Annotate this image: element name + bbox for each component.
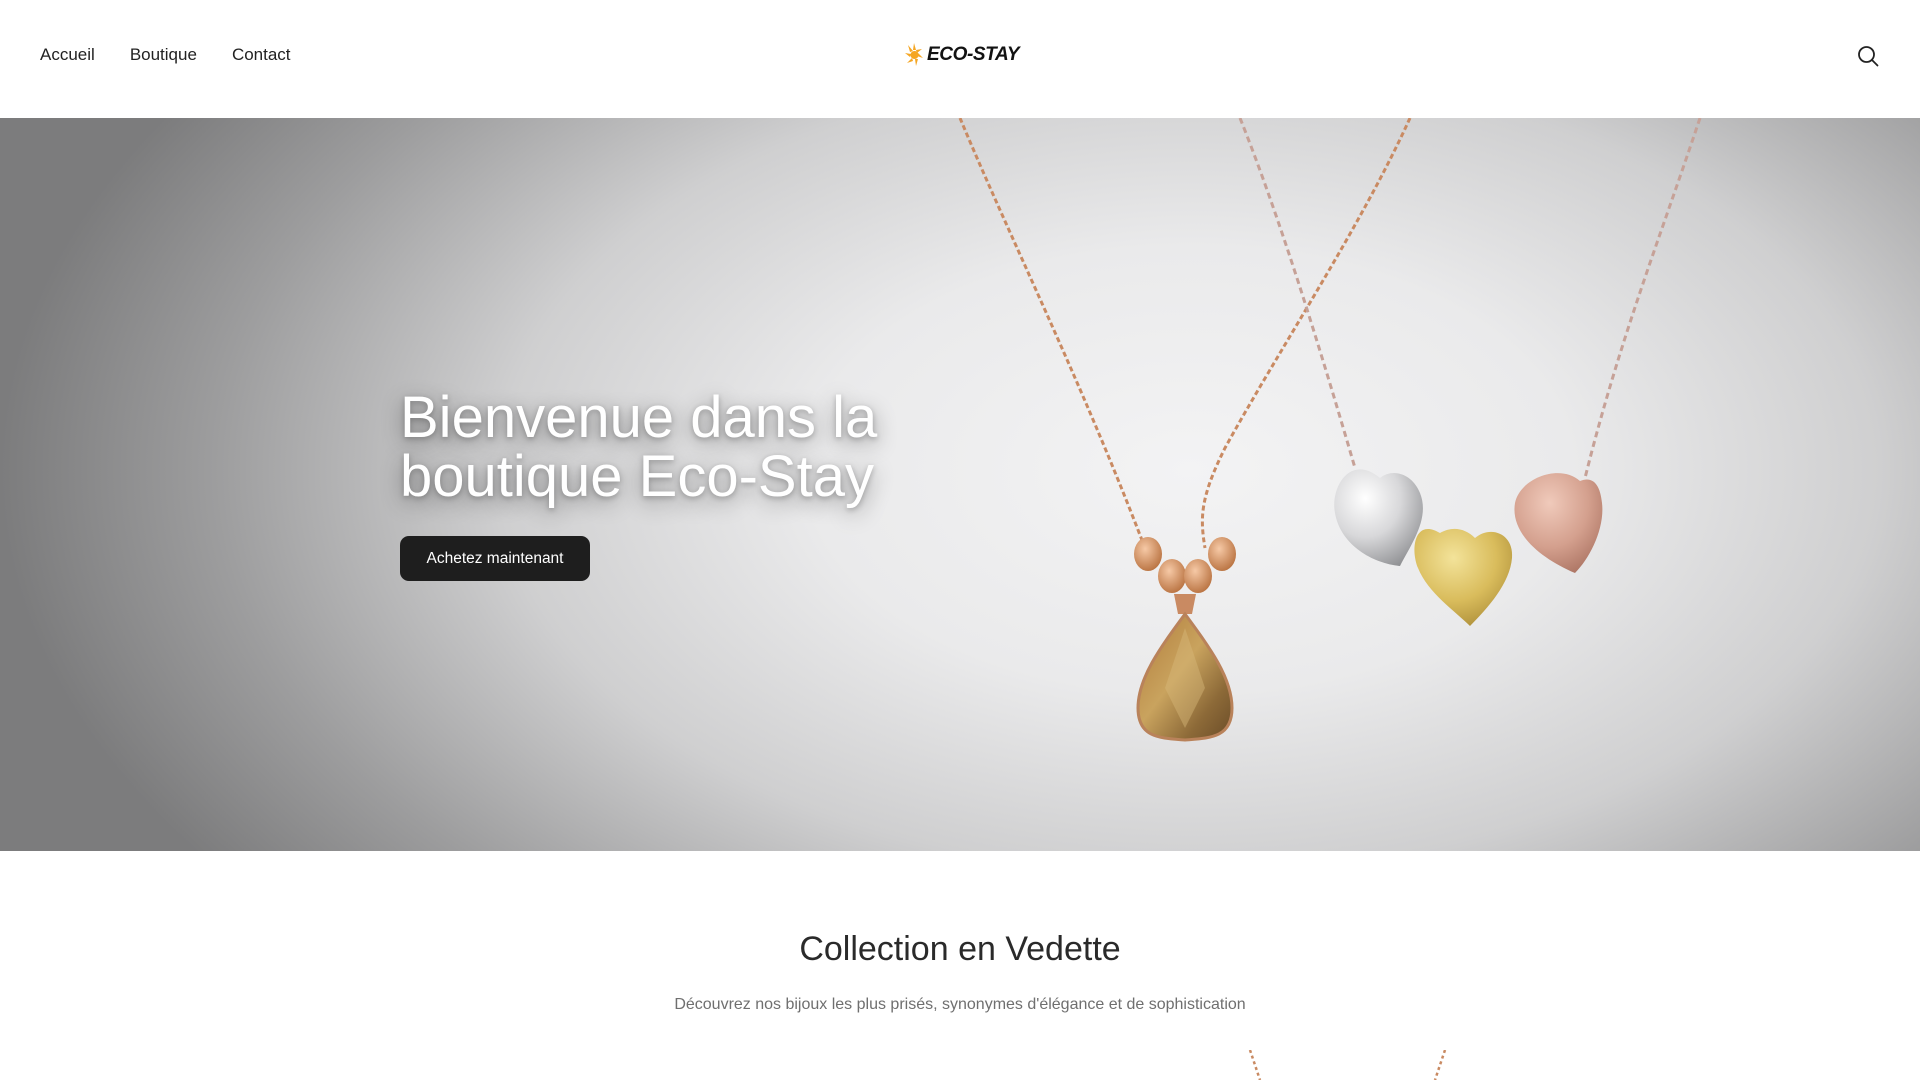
main-nav: Accueil Boutique Contact xyxy=(40,0,291,110)
necklace-image xyxy=(958,118,1702,742)
featured-collection-subtitle: Découvrez nos bijoux les plus prisés, sy… xyxy=(674,996,1246,1013)
product-image-peek xyxy=(1248,1050,1447,1080)
hero-banner: Bienvenue dans la boutique Eco-Stay Ache… xyxy=(0,118,1920,851)
nav-link-contact[interactable]: Contact xyxy=(232,45,291,65)
search-icon xyxy=(1858,46,1879,67)
hero-title: Bienvenue dans la boutique Eco-Stay xyxy=(400,388,877,506)
nav-link-boutique[interactable]: Boutique xyxy=(130,45,197,65)
logo-text: ECO-STAY xyxy=(927,44,1020,65)
hero-title-line-1: Bienvenue dans la xyxy=(400,385,878,450)
site-header: Accueil Boutique Contact ECO-STAY xyxy=(0,0,1920,118)
nav-link-accueil[interactable]: Accueil xyxy=(40,45,95,65)
shop-now-button[interactable]: Achetez maintenant xyxy=(400,536,590,581)
site-logo[interactable]: ECO-STAY xyxy=(904,40,1020,70)
hero-title-line-2: boutique Eco-Stay xyxy=(400,444,874,509)
search-button[interactable] xyxy=(1854,42,1882,70)
sun-logo-icon xyxy=(905,43,923,66)
featured-collection-title: Collection en Vedette xyxy=(799,930,1121,968)
